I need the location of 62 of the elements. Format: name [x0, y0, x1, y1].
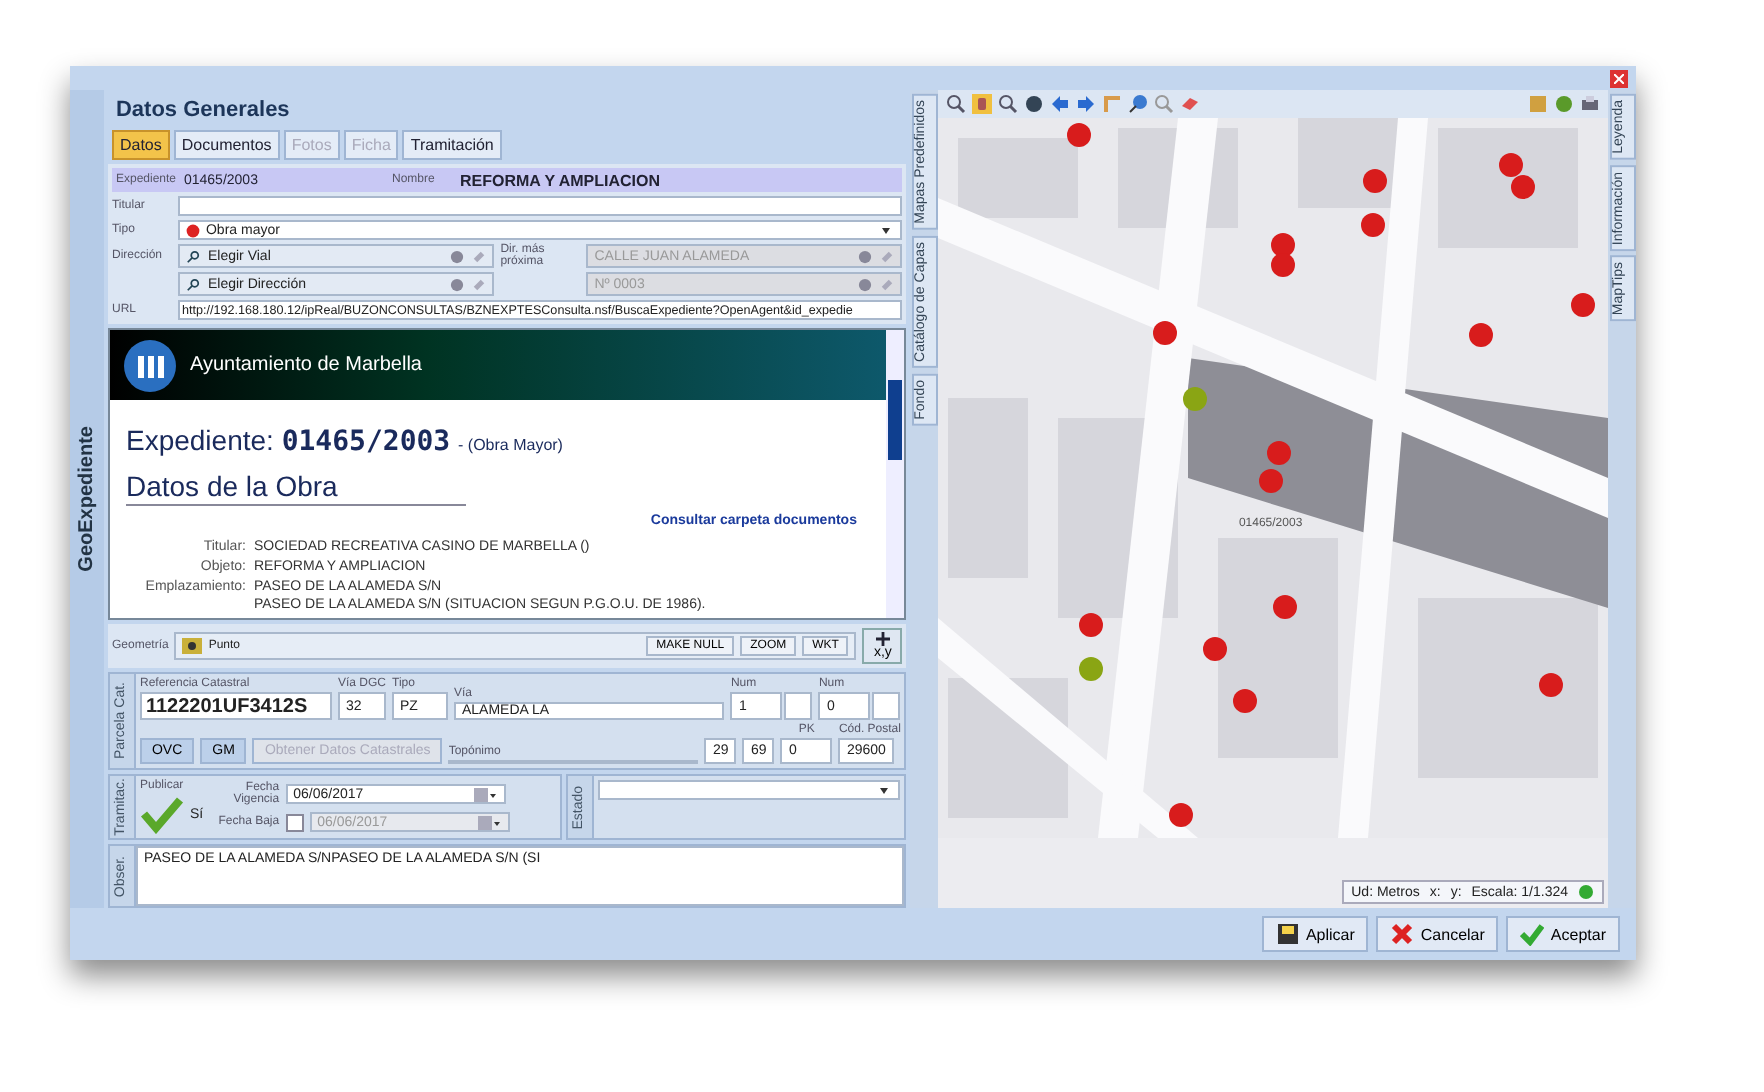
map-marker-icon[interactable]: [1570, 292, 1597, 318]
plus-icon: [875, 632, 890, 646]
calendar-icon: [477, 815, 502, 829]
tab[interactable]: Datos: [111, 130, 170, 160]
map-marker-icon[interactable]: [1468, 322, 1495, 348]
check-icon[interactable]: [139, 794, 184, 834]
page-heading: Expediente: 01465/2003 - (Obra Mayor): [125, 424, 565, 458]
caret-icon: [878, 222, 895, 238]
map-marker-icon[interactable]: [1362, 168, 1389, 194]
map-marker-icon[interactable]: [1266, 440, 1293, 466]
input-field[interactable]: [177, 196, 903, 216]
banner-title: Ayuntamiento de Marbella: [189, 354, 422, 376]
tab[interactable]: Documentos: [173, 130, 280, 160]
input-field[interactable]: [784, 692, 813, 720]
map-marker-icon[interactable]: [1258, 468, 1285, 494]
section-heading: Datos de la Obra: [125, 470, 466, 506]
scrollbar[interactable]: [886, 330, 905, 618]
check-icon: [1520, 922, 1545, 946]
map-marker-icon[interactable]: [1152, 320, 1179, 346]
search-icon: [185, 249, 200, 263]
dialog-button[interactable]: Cancelar: [1376, 916, 1499, 952]
search-icon: [185, 277, 200, 291]
map-marker-icon[interactable]: [1182, 386, 1209, 412]
status-light-icon: [1578, 884, 1595, 900]
window-title: Datos Generales: [113, 96, 292, 126]
tab[interactable]: Tramitación: [402, 130, 502, 160]
zoom-in-icon[interactable]: [946, 94, 967, 114]
map-marker-icon[interactable]: [1078, 612, 1105, 638]
close-button[interactable]: [1610, 69, 1628, 87]
side-tab[interactable]: GeoExpediente: [70, 90, 104, 908]
map-marker-icon[interactable]: [1510, 174, 1537, 200]
cadastral-reference-field[interactable]: 1122201UF3412S: [139, 692, 332, 720]
map-marker-icon[interactable]: [1066, 122, 1093, 148]
arrow-right-icon[interactable]: [1076, 94, 1097, 114]
checkbox[interactable]: [285, 813, 304, 831]
map-marker-icon[interactable]: [1078, 656, 1105, 682]
map-marker-icon[interactable]: [1270, 232, 1297, 258]
logo-icon: [121, 337, 178, 393]
point-icon: [182, 638, 203, 654]
map-marker-icon[interactable]: [1498, 152, 1525, 178]
hand-icon[interactable]: [972, 94, 993, 114]
save-icon: [1275, 922, 1300, 946]
field-value: REFORMA Y AMPLIACION: [459, 171, 660, 189]
map-marker-icon[interactable]: [1538, 672, 1565, 698]
map-marker-icon[interactable]: [1270, 252, 1297, 278]
map-marker-icon[interactable]: [1232, 688, 1259, 714]
caret-icon: [876, 782, 893, 798]
map-marker-icon[interactable]: [1202, 636, 1229, 662]
map-marker-icon[interactable]: [1272, 594, 1299, 620]
zoom-out-icon[interactable]: [998, 94, 1019, 114]
map-marker-icon[interactable]: [1360, 212, 1387, 238]
input-field[interactable]: [872, 692, 901, 720]
printer-icon[interactable]: [1580, 94, 1601, 114]
dialog-button[interactable]: Aplicar: [1261, 916, 1369, 952]
status-dot-icon: [185, 223, 200, 237]
arrow-left-icon[interactable]: [1050, 94, 1071, 114]
dropdown-field[interactable]: [597, 780, 901, 800]
dialog-button[interactable]: Aceptar: [1506, 916, 1620, 952]
circle-icon[interactable]: [1554, 94, 1575, 114]
cross-icon: [1390, 922, 1415, 946]
map-marker-icon[interactable]: [1168, 802, 1195, 828]
calendar-icon: [473, 787, 498, 801]
